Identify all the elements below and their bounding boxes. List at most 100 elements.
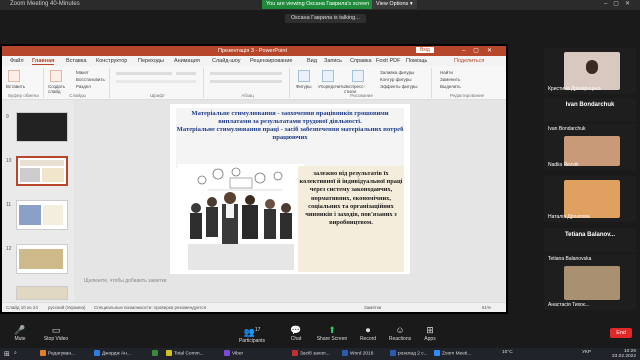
stop-video-button[interactable]: ▭ Stop Video (36, 324, 76, 342)
shapes-button[interactable]: Фигуры (296, 84, 312, 89)
participant-gallery: Кристина Дрімарецька Ivan Bondarchuk Iva… (540, 44, 640, 314)
tab-design[interactable]: Конструктор (96, 58, 127, 64)
section-button[interactable]: Раздел (76, 84, 91, 89)
share-screen-button[interactable]: ⬆ Share Screen (312, 324, 352, 342)
tab-view[interactable]: Вид (307, 58, 317, 64)
layout-button[interactable]: Макет (76, 70, 89, 75)
status-language[interactable]: русский (Украина) (48, 305, 86, 310)
find-button[interactable]: Найти (440, 70, 453, 75)
notes-placeholder[interactable]: Щелкните, чтобы добавить заметки (84, 278, 167, 284)
tab-slideshow[interactable]: Слайд-шоу (212, 58, 241, 64)
font-format-buttons[interactable] (116, 80, 196, 83)
stop-video-label: Stop Video (43, 336, 69, 342)
apps-icon: ⊞ (426, 325, 434, 335)
arrange-button[interactable]: Упорядочить (318, 84, 345, 89)
windows-taskbar: ⊞ ⌕ Редагуван... Джордж Ан... Total Comm… (0, 348, 640, 360)
business-people-picture[interactable] (178, 164, 304, 274)
taskbar-app[interactable]: Джордж Ан... (92, 350, 133, 358)
participants-button[interactable]: 👥17 Participants (232, 324, 272, 344)
chat-button[interactable]: 💬 Chat (276, 324, 316, 342)
mute-label: Mute (14, 336, 26, 342)
taskbar-app[interactable]: Word 2016 (340, 350, 375, 358)
shape-effects-button[interactable]: Эффекты фигуры (380, 84, 418, 89)
record-label: Record (359, 336, 377, 342)
shape-outline-button[interactable]: Контур фигуры (380, 77, 411, 82)
slide-body-box[interactable]: залежно від результатів їх колективної й… (298, 166, 404, 272)
search-icon[interactable]: ⌕ (12, 350, 19, 358)
tab-review[interactable]: Рецензирование (250, 58, 292, 64)
apps-button[interactable]: ⊞ Apps (410, 324, 450, 342)
share-button[interactable]: Поделиться (454, 58, 484, 64)
tab-transitions[interactable]: Переходы (138, 58, 164, 64)
window-controls[interactable]: –▢✕ (604, 0, 636, 7)
paragraph-buttons-row2[interactable] (210, 80, 282, 83)
start-icon[interactable]: ⊞ (2, 350, 12, 358)
participant-name: Наталія Дрозлова (548, 214, 590, 220)
thumb-number: 9 (6, 114, 9, 120)
keyboard-language[interactable]: УКР (580, 350, 593, 358)
font-size-field[interactable] (176, 72, 196, 75)
mute-button[interactable]: 🎤 Mute (0, 324, 40, 342)
ppt-statusbar: Слайд 10 из 24 русский (Украина) Специал… (2, 302, 506, 312)
reset-button[interactable]: Восстановить (76, 77, 105, 82)
tab-record[interactable]: Запись (324, 58, 342, 64)
current-slide[interactable]: Матеріальне стимулювання - заохочення пр… (170, 104, 410, 274)
ribbon: Вставить Буфер обмена Создать слайд Маке… (2, 66, 506, 100)
slide-thumbnail-selected[interactable] (16, 156, 68, 186)
tab-help-search[interactable]: Помощь (406, 58, 427, 64)
group-clipboard: Вставить Буфер обмена (4, 68, 44, 98)
quick-styles-icon[interactable] (352, 70, 364, 82)
tab-file[interactable]: Файл (10, 58, 24, 64)
clock[interactable]: 10:26 23.02.2022 (612, 349, 636, 359)
taskbar-app[interactable]: Total Comm... (164, 350, 206, 358)
zoom-titlebar: Zoom Meeting 40-Minutes You are viewing … (0, 0, 640, 10)
paste-button-label[interactable]: Вставить (6, 84, 25, 89)
reactions-label: Reactions (388, 336, 412, 342)
taskbar-app[interactable]: Zoom Meeti... (432, 350, 473, 358)
slide-thumbnail[interactable] (16, 200, 68, 230)
slide-thumbnail[interactable] (16, 286, 68, 300)
new-slide-icon[interactable] (50, 70, 62, 82)
slide-heading-box[interactable]: Матеріальне стимулювання - заохочення пр… (176, 108, 404, 168)
group-paragraph: Абзац (206, 68, 290, 98)
font-name-field[interactable] (116, 72, 172, 75)
app-icon (434, 350, 440, 356)
taskbar-app[interactable]: Засіб захоп... (290, 350, 332, 358)
participant-tile[interactable]: Tetiana Balanov... (544, 228, 636, 252)
status-accessibility[interactable]: Специальные возможности: проверка рекоме… (94, 305, 206, 310)
tab-insert[interactable]: Вставка (66, 58, 86, 64)
taskbar-app[interactable]: Viber (222, 350, 245, 358)
share-screen-label: Share Screen (316, 336, 348, 342)
weather-temp[interactable]: 10°C (500, 350, 515, 358)
signin-button[interactable]: Вхід (416, 47, 434, 53)
taskbar-app[interactable]: розклад 2 с... (388, 350, 430, 358)
powerpoint-window: Презентація 3 - PowerPoint Вхід –▢✕ Файл… (2, 46, 506, 312)
participant-tile[interactable]: Наталія Дрозлова (544, 176, 636, 222)
status-zoom-level[interactable]: 61% (482, 305, 491, 310)
participant-tile[interactable]: Tetiana Balanovska Анастасія Тихоє... (544, 254, 636, 310)
end-meeting-button[interactable]: End (610, 328, 632, 338)
tab-foxit[interactable]: Foxit PDF (376, 58, 400, 64)
participant-tile[interactable]: Ivan Bondarchuk Nadiia Rezvik (544, 124, 636, 170)
shape-fill-button[interactable]: Заливка фигуры (380, 70, 414, 75)
slide-thumbnail[interactable] (16, 112, 68, 142)
participant-tile[interactable]: Ivan Bondarchuk (544, 98, 636, 122)
view-options-button[interactable]: View Options ▾ (372, 0, 417, 9)
taskbar-app[interactable] (150, 350, 162, 358)
participant-tile[interactable]: Кристина Дрімарецька (544, 48, 636, 94)
shapes-icon[interactable] (298, 70, 310, 82)
paste-icon[interactable] (8, 70, 20, 82)
participant-video (564, 52, 620, 90)
participant-display-name: Tetiana Balanov... (564, 232, 616, 238)
arrange-icon[interactable] (322, 70, 334, 82)
ppt-window-controls[interactable]: –▢✕ (462, 47, 500, 54)
replace-button[interactable]: Заменить (440, 77, 460, 82)
tab-help[interactable]: Справка (350, 58, 372, 64)
paragraph-buttons-row1[interactable] (210, 72, 282, 75)
taskbar-app[interactable]: Редагуван... (38, 350, 77, 358)
tab-home[interactable]: Главная (32, 58, 55, 65)
status-notes-button[interactable]: Заметки (364, 305, 381, 310)
tab-animation[interactable]: Анимация (174, 58, 200, 64)
select-button[interactable]: Выделить (440, 84, 461, 89)
slide-thumbnail[interactable] (16, 244, 68, 274)
